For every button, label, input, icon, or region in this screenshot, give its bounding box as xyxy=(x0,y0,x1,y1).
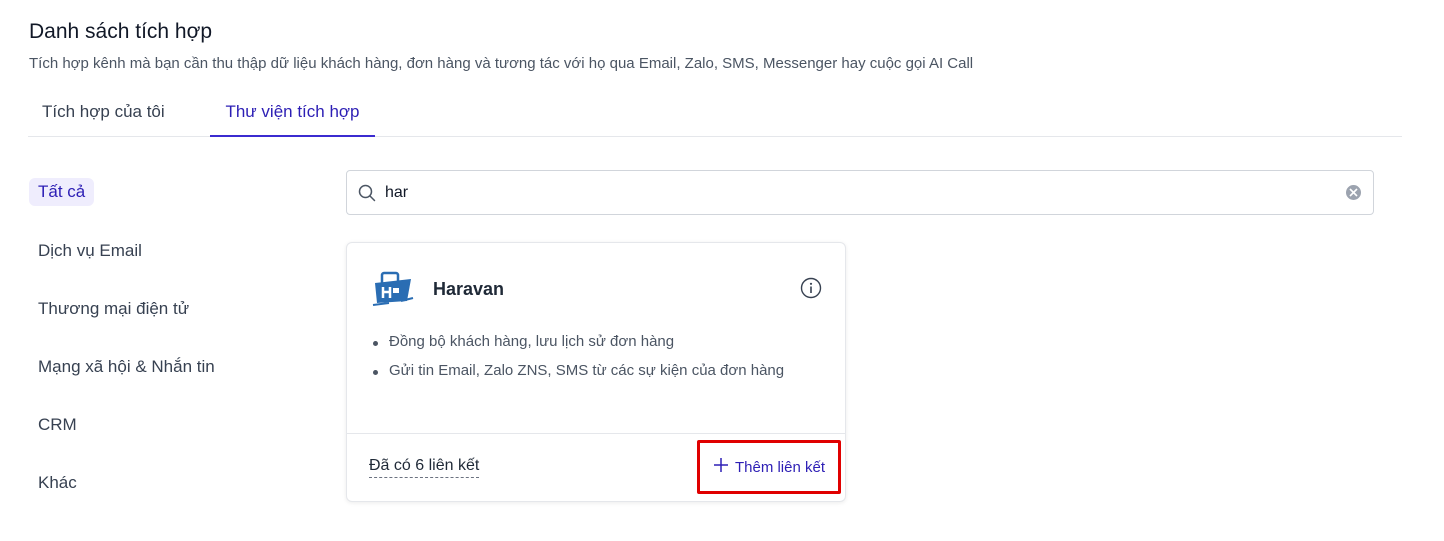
feature-item: Đồng bộ khách hàng, lưu lịch sử đơn hàng xyxy=(373,333,784,350)
search-icon xyxy=(358,184,376,202)
category-ecommerce[interactable]: Thương mại điện tử xyxy=(38,299,189,319)
tab-bar: Tích hợp của tôi Thư viện tích hợp xyxy=(28,92,1402,137)
clear-icon[interactable] xyxy=(1346,185,1361,200)
feature-list: Đồng bộ khách hàng, lưu lịch sử đơn hàng… xyxy=(373,333,784,391)
integration-name: Haravan xyxy=(433,279,505,299)
info-icon[interactable] xyxy=(800,277,822,299)
plus-icon xyxy=(713,457,729,477)
haravan-logo xyxy=(371,267,415,307)
category-social-messaging[interactable]: Mạng xã hội & Nhắn tin xyxy=(38,357,215,377)
integration-card: Haravan Đồng bộ khách hàng, lưu lịch sử … xyxy=(346,242,846,502)
search-input[interactable] xyxy=(385,177,1335,208)
linked-count-link[interactable]: Đã có 6 liên kết xyxy=(369,457,480,478)
add-link-label: Thêm liên kết xyxy=(734,458,826,476)
tab-integration-library[interactable]: Thư viện tích hợp xyxy=(210,92,375,137)
feature-item: Gửi tin Email, Zalo ZNS, SMS từ các sự k… xyxy=(373,362,784,379)
card-divider xyxy=(347,433,845,434)
page-title: Danh sách tích hợp xyxy=(29,20,213,43)
add-link-button[interactable]: Thêm liên kết xyxy=(697,440,841,494)
search-box xyxy=(346,170,1374,215)
page-subtitle: Tích hợp kênh mà bạn cần thu thập dữ liệ… xyxy=(29,55,974,72)
category-other[interactable]: Khác xyxy=(38,473,77,493)
category-email-services[interactable]: Dịch vụ Email xyxy=(38,241,142,261)
category-crm[interactable]: CRM xyxy=(38,415,77,435)
category-all[interactable]: Tất cả xyxy=(29,178,95,206)
tab-my-integrations[interactable]: Tích hợp của tôi xyxy=(42,92,165,137)
